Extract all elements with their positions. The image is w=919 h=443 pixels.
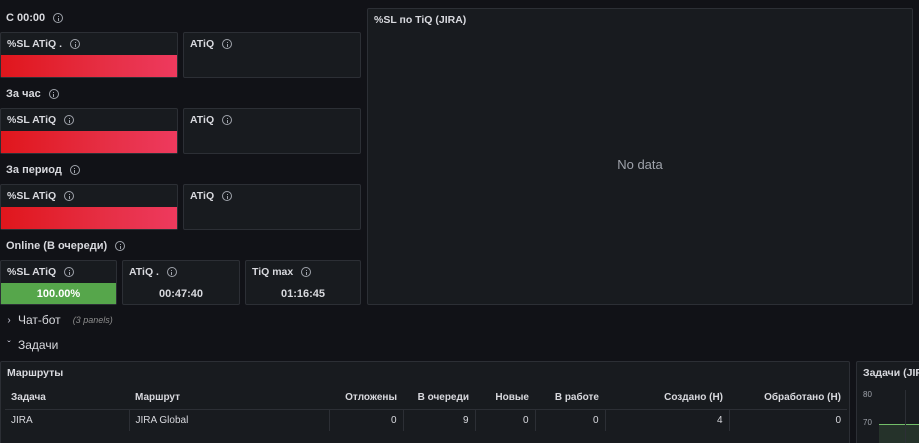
online-sl-bar: 100.00% [1,283,116,304]
panel-title-label: ATiQ [190,190,215,202]
info-icon[interactable] [222,191,233,201]
panel-title-label: ATiQ [190,114,215,126]
table-cell: 0 [835,414,841,426]
panel-title-label: %SL ATiQ [7,190,57,202]
column-header-route[interactable]: Маршрут [129,387,329,410]
info-icon[interactable] [64,115,75,125]
panel-title: TiQ max [252,266,312,278]
section-chatbot-label[interactable]: Чат-бот [18,313,61,327]
panel-title: ATiQ [190,114,233,126]
routes-table: Задача Маршрут Отложены В очереди Новые … [5,387,847,431]
panel-title-label: ATiQ [190,38,215,50]
section-chatbot[interactable]: › Чат-бот (3 panels) [0,312,919,328]
sl-bar [1,207,177,229]
panel-title: %SL по TiQ (JIRA) [374,14,466,26]
panel-sl-atiq-period: %SL ATiQ [0,184,178,230]
info-icon[interactable] [70,39,81,49]
table-cell: JIRA Global [129,409,330,431]
panel-atiq-today: ATiQ [183,32,361,78]
panel-title-label: %SL ATiQ [7,114,57,126]
y-tick-label: 70 [863,418,872,427]
panel-title-label: TiQ max [252,266,294,278]
row-title-label: С 00:00 [6,12,46,24]
section-tasks-label[interactable]: Задачи [18,338,58,352]
panel-title-label: %SL ATiQ . [7,38,63,50]
table-cell: 0 [535,409,606,431]
panel-title: ATiQ . [129,266,177,278]
table-cell: 9 [403,409,476,431]
panel-title: %SL ATiQ [7,114,75,126]
panel-title-label: %SL по TiQ (JIRA) [374,14,467,26]
no-data-message: No data [617,157,663,172]
table-cell: JIRA [5,409,130,431]
column-header-deferred[interactable]: Отложены [329,387,403,410]
info-icon[interactable] [64,191,75,201]
panel-title: ATiQ [190,190,233,202]
table-cell: 0 [329,409,404,431]
panel-online-sl-atiq: %SL ATiQ 100.00% [0,260,117,305]
sl-bar [1,131,177,153]
info-icon[interactable] [115,241,126,251]
panel-title: Маршруты [7,367,63,379]
chevron-right-icon[interactable]: › [4,315,14,326]
panel-title: ATiQ [190,38,233,50]
info-icon[interactable] [222,115,233,125]
row-title-since-midnight: С 00:00 [6,12,64,24]
sl-bar [1,55,177,77]
column-header-created[interactable]: Создано (Н) [605,387,729,410]
panel-title: %SL ATiQ [7,190,75,202]
table-header-row: Задача Маршрут Отложены В очереди Новые … [5,387,847,410]
chart-series-area [879,425,919,443]
online-tiq-max-value: 01:16:45 [280,288,326,300]
panel-title-label: %SL ATiQ [7,266,57,278]
panel-title: %SL ATiQ . [7,38,81,50]
y-tick-label: 80 [863,390,872,399]
row-title-label: За период [6,164,62,176]
info-icon[interactable] [222,39,233,49]
info-icon[interactable] [64,267,75,277]
online-sl-value: 100.00% [36,287,81,300]
table-cell: 0 [475,409,536,431]
row-title-per-hour: За час [6,88,59,100]
table-row: JIRA JIRA Global 0 9 0 0 4 0 [5,409,847,431]
info-icon[interactable] [301,267,312,277]
panel-title-label: Задачи (JIRA [863,367,919,379]
column-header-task[interactable]: Задача [5,387,129,410]
info-icon[interactable] [48,89,59,99]
row-title-label: За час [6,88,41,100]
section-tasks[interactable]: ˇ Задачи [0,337,919,353]
section-chatbot-panel-count: (3 panels) [72,315,113,325]
panel-sl-by-tiq-jira: %SL по TiQ (JIRA) No data [367,8,913,305]
chart-gridline [905,390,906,443]
panel-title: %SL ATiQ [7,266,75,278]
panel-atiq-period: ATiQ [183,184,361,230]
panel-atiq-hour: ATiQ [183,108,361,154]
row-title-online: Online (В очереди) [6,240,126,252]
row-title-per-period: За период [6,164,80,176]
info-icon[interactable] [166,267,177,277]
info-icon[interactable] [69,165,80,175]
online-atiq-value: 00:47:40 [158,288,204,300]
chevron-down-icon[interactable]: ˇ [4,340,14,351]
table-cell: 4 [605,409,730,431]
panel-online-tiq-max: TiQ max 01:16:45 [245,260,361,305]
column-header-new[interactable]: Новые [475,387,535,410]
info-icon[interactable] [53,13,64,23]
column-header-in-progress[interactable]: В работе [535,387,605,410]
panel-title-label: Маршруты [7,367,64,379]
panel-title-label: ATiQ . [129,266,159,278]
panel-routes: Маршруты Задача Маршрут Отложены В очере… [0,361,850,443]
panel-tasks-jira: Задачи (JIRA 80 70 [856,361,919,443]
panel-title: Задачи (JIRA [863,367,919,379]
column-header-processed[interactable]: Обработано (Н) [729,387,847,410]
panel-sl-atiq-today: %SL ATiQ . [0,32,178,78]
panel-online-atiq: ATiQ . 00:47:40 [122,260,240,305]
column-header-in-queue[interactable]: В очереди [403,387,475,410]
row-title-label: Online (В очереди) [6,240,108,252]
panel-sl-atiq-hour: %SL ATiQ [0,108,178,154]
